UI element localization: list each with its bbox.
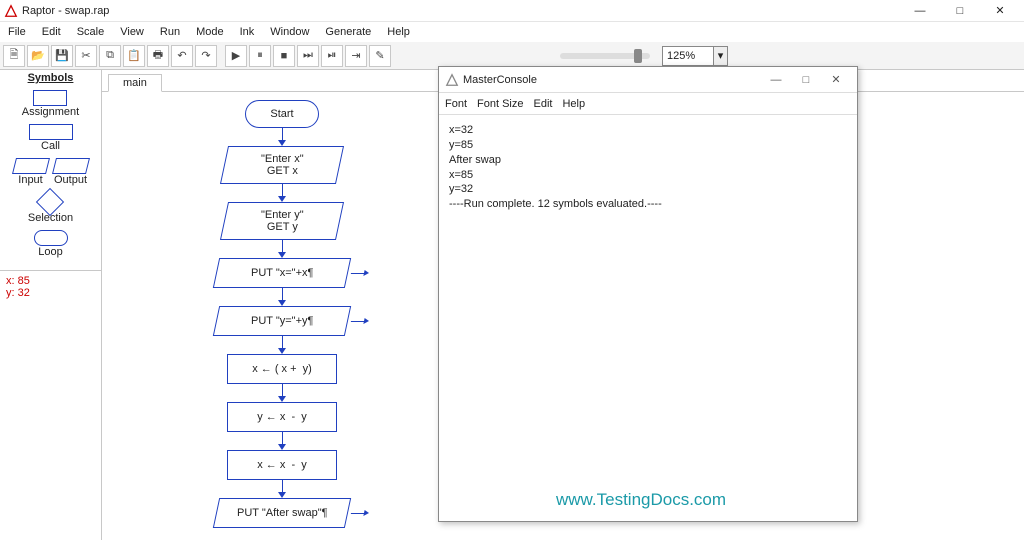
- step-icon[interactable]: ⏭: [297, 45, 319, 67]
- console-line: y=85: [449, 138, 847, 153]
- console-titlebar[interactable]: MasterConsole — □ ✕: [439, 67, 857, 93]
- paste-icon[interactable]: 📋: [123, 45, 145, 67]
- print-icon[interactable]: 🖶: [147, 45, 169, 67]
- console-menu-edit[interactable]: Edit: [533, 98, 552, 110]
- master-console-window[interactable]: MasterConsole — □ ✕ Font Font Size Edit …: [438, 66, 858, 522]
- pause-icon[interactable]: ⏸: [249, 45, 271, 67]
- console-menubar: Font Font Size Edit Help: [439, 93, 857, 115]
- symbols-sidebar: Symbols Assignment Call Input Output Sel…: [0, 70, 102, 540]
- menu-run[interactable]: Run: [156, 24, 184, 40]
- copy-icon[interactable]: ⧉: [99, 45, 121, 67]
- console-line: x=85: [449, 168, 847, 183]
- play-icon[interactable]: ▶: [225, 45, 247, 67]
- console-close-button[interactable]: ✕: [821, 69, 851, 91]
- watermark: www.TestingDocs.com: [556, 490, 726, 510]
- flow-assign-1[interactable]: x ← ( x + y): [227, 354, 337, 384]
- window-title: Raptor - swap.rap: [22, 5, 109, 17]
- new-icon[interactable]: 🗎: [3, 45, 25, 67]
- open-icon[interactable]: 📂: [27, 45, 49, 67]
- flow-output-y[interactable]: PUT "y="+y¶: [213, 306, 351, 336]
- assignment-icon: [33, 90, 67, 106]
- flow-input-x[interactable]: "Enter x" GET x: [220, 146, 344, 184]
- tab-main[interactable]: main: [108, 74, 162, 92]
- menu-file[interactable]: File: [4, 24, 30, 40]
- window-minimize-button[interactable]: —: [900, 0, 940, 22]
- loop-icon: [34, 230, 68, 246]
- watch-var-x: x: 85: [6, 275, 95, 287]
- menu-view[interactable]: View: [116, 24, 148, 40]
- step-run-icon[interactable]: ⇥: [345, 45, 367, 67]
- pen-icon[interactable]: ✎: [369, 45, 391, 67]
- symbol-input[interactable]: Input: [14, 158, 48, 186]
- watch-var-y: y: 32: [6, 287, 95, 299]
- menu-ink[interactable]: Ink: [236, 24, 259, 40]
- symbol-selection[interactable]: Selection: [28, 192, 73, 224]
- symbol-assignment[interactable]: Assignment: [22, 90, 79, 118]
- console-menu-font[interactable]: Font: [445, 98, 467, 110]
- zoom-dropdown[interactable]: ▾: [714, 46, 728, 66]
- step-end-icon[interactable]: ⏯: [321, 45, 343, 67]
- menu-generate[interactable]: Generate: [321, 24, 375, 40]
- zoom-value[interactable]: 125%: [662, 46, 714, 66]
- menu-mode[interactable]: Mode: [192, 24, 228, 40]
- menu-help[interactable]: Help: [383, 24, 414, 40]
- app-icon: [4, 4, 18, 18]
- window-maximize-button[interactable]: □: [940, 0, 980, 22]
- console-app-icon: [445, 73, 459, 87]
- save-icon[interactable]: 💾: [51, 45, 73, 67]
- menu-window[interactable]: Window: [266, 24, 313, 40]
- console-line: x=32: [449, 123, 847, 138]
- console-line: ----Run complete. 12 symbols evaluated.-…: [449, 197, 847, 212]
- window-close-button[interactable]: ✕: [980, 0, 1020, 22]
- console-maximize-button[interactable]: □: [791, 69, 821, 91]
- flowchart: Start "Enter x" GET x "Enter y" GET y PU…: [182, 100, 382, 528]
- call-icon: [29, 124, 73, 140]
- console-line: y=32: [449, 182, 847, 197]
- console-menu-help[interactable]: Help: [562, 98, 585, 110]
- console-menu-fontsize[interactable]: Font Size: [477, 98, 523, 110]
- flow-assign-3[interactable]: x ← x - y: [227, 450, 337, 480]
- output-icon: [52, 158, 90, 174]
- symbol-call[interactable]: Call: [29, 124, 73, 152]
- cut-icon[interactable]: ✂: [75, 45, 97, 67]
- menu-edit[interactable]: Edit: [38, 24, 65, 40]
- window-titlebar: Raptor - swap.rap — □ ✕: [0, 0, 1024, 22]
- symbol-loop[interactable]: Loop: [34, 230, 68, 258]
- undo-icon[interactable]: ↶: [171, 45, 193, 67]
- watch-panel: x: 85 y: 32: [0, 270, 101, 320]
- zoom-slider[interactable]: [560, 53, 650, 59]
- menu-scale[interactable]: Scale: [73, 24, 109, 40]
- flow-output-x[interactable]: PUT "x="+x¶: [213, 258, 351, 288]
- symbol-output[interactable]: Output: [54, 158, 88, 186]
- flow-assign-2[interactable]: y ← x - y: [227, 402, 337, 432]
- flow-output-afterswap[interactable]: PUT "After swap"¶: [213, 498, 351, 528]
- input-icon: [12, 158, 50, 174]
- redo-icon[interactable]: ↷: [195, 45, 217, 67]
- flow-start[interactable]: Start: [245, 100, 319, 128]
- sidebar-heading: Symbols: [28, 72, 74, 84]
- stop-icon[interactable]: ■: [273, 45, 295, 67]
- menubar: File Edit Scale View Run Mode Ink Window…: [0, 22, 1024, 42]
- console-output: x=32 y=85 After swap x=85 y=32 ----Run c…: [439, 115, 857, 220]
- console-minimize-button[interactable]: —: [761, 69, 791, 91]
- flow-input-y[interactable]: "Enter y" GET y: [220, 202, 344, 240]
- console-line: After swap: [449, 153, 847, 168]
- console-title: MasterConsole: [463, 74, 537, 86]
